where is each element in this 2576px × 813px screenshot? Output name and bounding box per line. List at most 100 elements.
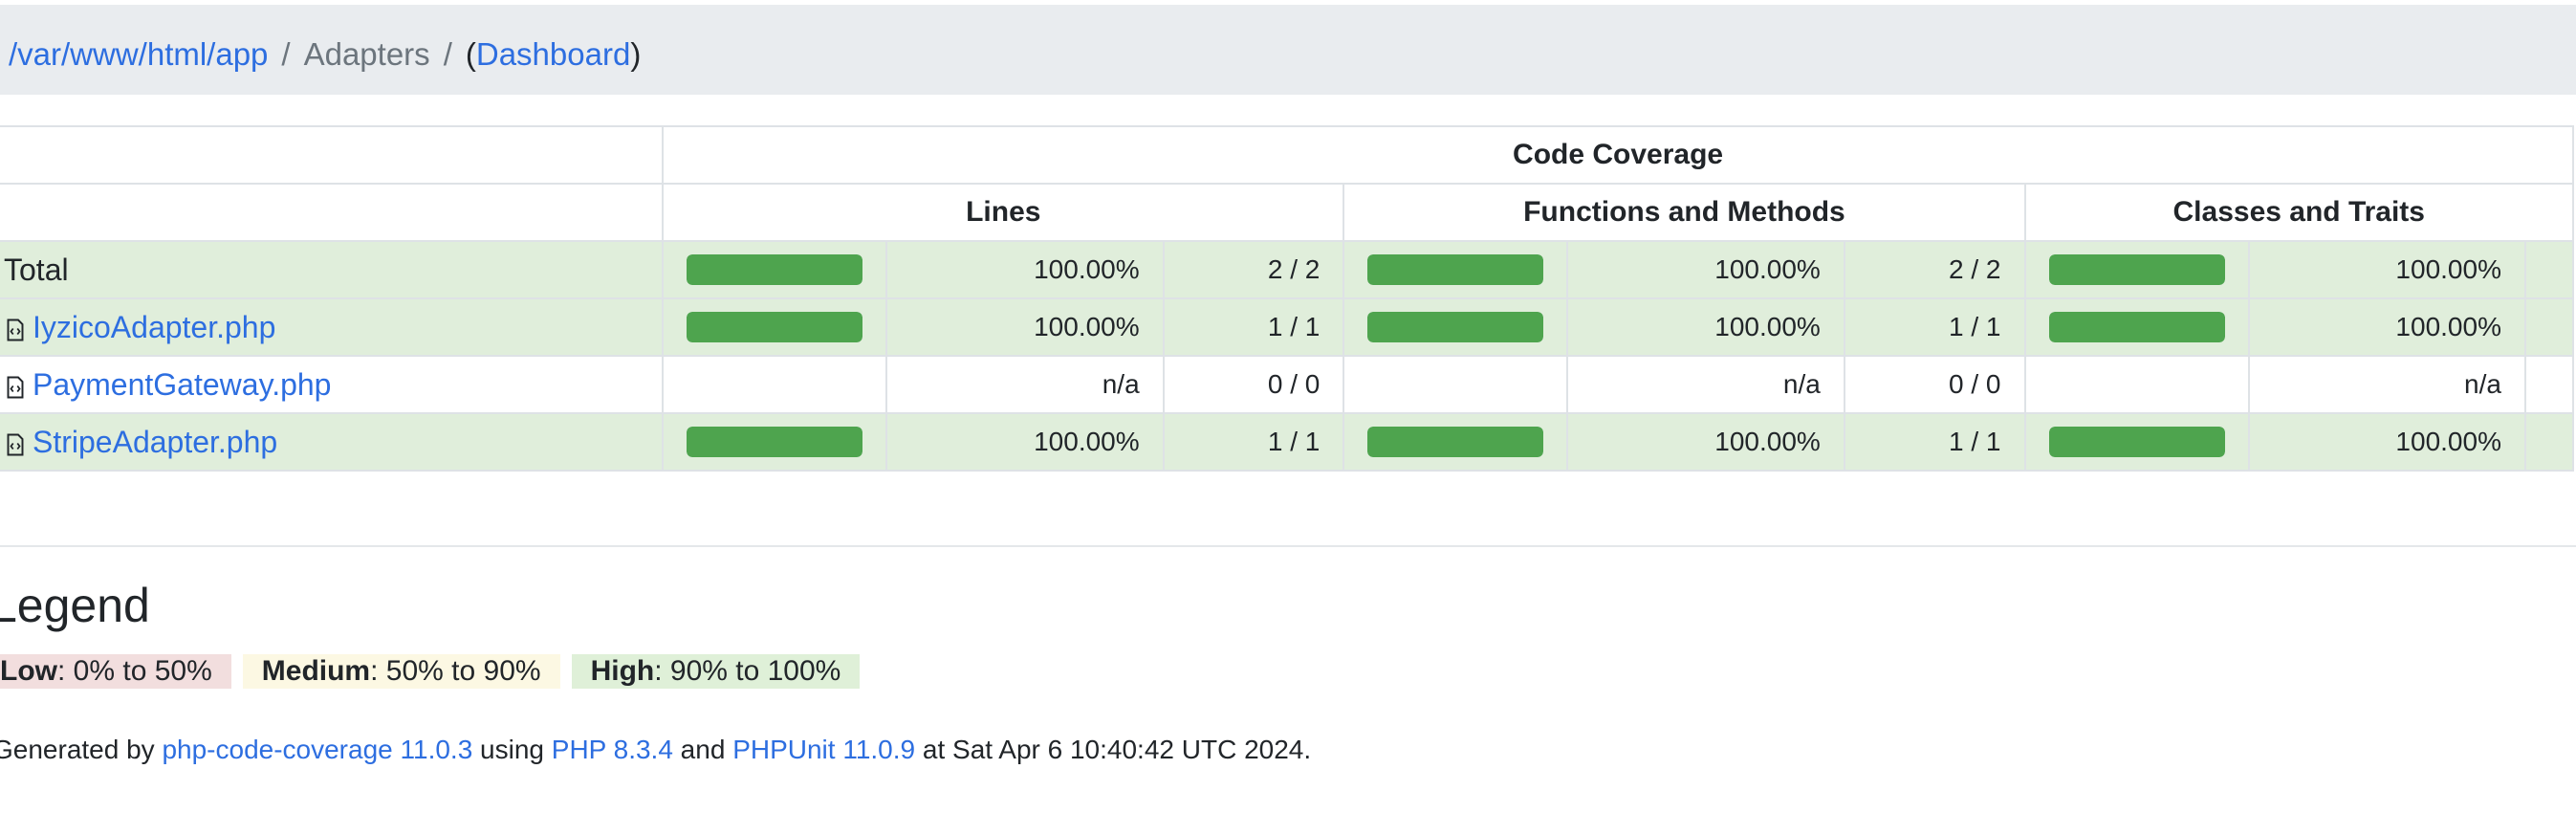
file-code-icon xyxy=(4,371,27,398)
lines-progress-fill xyxy=(687,254,863,285)
header-blank-cell xyxy=(0,183,665,242)
file-link[interactable]: IyzicoAdapter.php xyxy=(33,310,275,344)
lines-progress-fill xyxy=(687,312,863,342)
legend-medium: Medium: 50% to 90% xyxy=(242,654,560,689)
lines-percent: n/a xyxy=(885,355,1165,414)
legend-medium-range: : 50% to 90% xyxy=(370,655,541,687)
lines-count: 1 / 1 xyxy=(1162,297,1345,357)
lines-count: 2 / 2 xyxy=(1162,240,1345,299)
classes-percent: n/a xyxy=(2247,355,2526,414)
classes-progress-fill xyxy=(2048,427,2225,457)
lines-progress-bar xyxy=(687,254,863,285)
lines-bar-cell xyxy=(662,297,888,357)
lines-bar-cell xyxy=(662,240,888,299)
lines-progress-bar xyxy=(687,427,863,457)
functions-progress-bar xyxy=(1367,312,1544,342)
classes-progress-bar xyxy=(2048,312,2225,342)
classes-percent: 100.00% xyxy=(2247,297,2526,357)
table-row: PaymentGateway.php n/a 0 / 0 n/a 0 / 0 n/a xyxy=(0,355,2575,414)
classes-bar-cell xyxy=(2023,240,2250,299)
classes-progress-fill xyxy=(2048,312,2225,342)
functions-bar-cell xyxy=(1343,297,1569,357)
header-blank-cell xyxy=(0,125,665,185)
legend-high-range: : 90% to 100% xyxy=(654,655,841,687)
divider xyxy=(0,545,2576,547)
row-name-cell[interactable]: PaymentGateway.php xyxy=(0,355,665,414)
table-header-row-group: Code Coverage xyxy=(0,125,2574,185)
functions-progress-fill xyxy=(1367,312,1544,342)
dashboard-link[interactable]: Dashboard xyxy=(476,36,630,72)
php-link[interactable]: PHP 8.3.4 xyxy=(552,735,673,764)
lines-count: 0 / 0 xyxy=(1162,355,1345,414)
total-label: Total xyxy=(4,252,69,287)
lines-count: 1 / 1 xyxy=(1162,412,1345,472)
lines-bar-cell xyxy=(662,412,888,472)
breadcrumb-close-paren: ) xyxy=(630,36,642,72)
table-row: StripeAdapter.php 100.00% 1 / 1 100.00% 1 / … xyxy=(0,412,2575,472)
functions-header: Functions and Methods xyxy=(1343,183,2026,242)
breadcrumb-separator: / xyxy=(281,36,291,72)
classes-progress-bar xyxy=(2048,427,2225,457)
functions-progress-bar xyxy=(1367,427,1544,457)
classes-bar-cell xyxy=(2023,355,2250,414)
functions-count: 1 / 1 xyxy=(1843,412,2026,472)
row-name-cell: Total xyxy=(0,240,665,299)
classes-percent: 100.00% xyxy=(2247,412,2526,472)
coverage-table: Code Coverage Lines Functions and Method… xyxy=(0,125,2575,472)
legend-title: Legend xyxy=(0,579,150,632)
classes-percent: 100.00% xyxy=(2247,240,2526,299)
footer-prefix: Generated by xyxy=(0,735,163,764)
lines-header: Lines xyxy=(662,183,1345,242)
functions-bar-cell xyxy=(1343,412,1569,472)
classes-count-cell xyxy=(2523,355,2575,414)
table-row: Total 100.00% 2 / 2 100.00% 2 / 2 100.00% xyxy=(0,240,2575,299)
table-header-row-columns: Lines Functions and Methods Classes and … xyxy=(0,183,2574,242)
functions-progress-fill xyxy=(1367,427,1544,457)
breadcrumb-root-link[interactable]: /var/www/html/app xyxy=(9,36,268,72)
functions-percent: 100.00% xyxy=(1566,297,1845,357)
file-code-icon xyxy=(4,428,27,455)
lines-progress-fill xyxy=(687,427,863,457)
row-name-cell[interactable]: StripeAdapter.php xyxy=(0,412,665,472)
lines-percent: 100.00% xyxy=(885,297,1165,357)
file-code-icon xyxy=(4,314,27,341)
lines-percent: 100.00% xyxy=(885,240,1165,299)
functions-count: 0 / 0 xyxy=(1843,355,2026,414)
file-link[interactable]: StripeAdapter.php xyxy=(33,425,277,459)
php-code-coverage-link[interactable]: php-code-coverage 11.0.3 xyxy=(162,735,472,764)
legend-low: Low: 0% to 50% xyxy=(0,654,231,689)
breadcrumb-bar: /var/www/html/app / Adapters / (Dashboard) xyxy=(0,5,2576,95)
legend-low-range: : 0% to 50% xyxy=(57,655,212,687)
functions-bar-cell xyxy=(1343,355,1569,414)
functions-progress-fill xyxy=(1367,254,1544,285)
classes-count-cell xyxy=(2523,297,2575,357)
functions-percent: 100.00% xyxy=(1566,412,1845,472)
breadcrumb-separator: / xyxy=(443,36,452,72)
lines-progress-bar xyxy=(687,312,863,342)
table-row: IyzicoAdapter.php 100.00% 1 / 1 100.00% 1 / … xyxy=(0,297,2575,357)
classes-progress-bar xyxy=(2048,254,2225,285)
classes-bar-cell xyxy=(2023,297,2250,357)
functions-count: 1 / 1 xyxy=(1843,297,2026,357)
footer-and: and xyxy=(672,735,733,764)
legend-medium-label: Medium xyxy=(261,655,371,687)
classes-count-cell xyxy=(2523,240,2575,299)
code-coverage-header: Code Coverage xyxy=(662,125,2574,185)
functions-bar-cell xyxy=(1343,240,1569,299)
functions-count: 2 / 2 xyxy=(1843,240,2026,299)
row-name-cell[interactable]: IyzicoAdapter.php xyxy=(0,297,665,357)
breadcrumb-open-paren: ( xyxy=(465,36,476,72)
footer-using: using xyxy=(472,735,552,764)
classes-bar-cell xyxy=(2023,412,2250,472)
breadcrumb: /var/www/html/app / Adapters / (Dashboard) xyxy=(9,31,641,78)
legend-low-label: Low xyxy=(0,655,57,687)
footer-suffix: at Sat Apr 6 10:40:42 UTC 2024. xyxy=(915,735,1312,764)
classes-count-cell xyxy=(2523,412,2575,472)
phpunit-link[interactable]: PHPUnit 11.0.9 xyxy=(732,735,915,764)
file-link[interactable]: PaymentGateway.php xyxy=(33,367,331,402)
coverage-page: /var/www/html/app / Adapters / (Dashboard) C… xyxy=(0,0,2576,813)
footer: Generated by php-code-coverage 11.0.3 us… xyxy=(0,733,1311,767)
legend-high-label: High xyxy=(590,655,655,687)
functions-percent: n/a xyxy=(1566,355,1845,414)
functions-percent: 100.00% xyxy=(1566,240,1845,299)
